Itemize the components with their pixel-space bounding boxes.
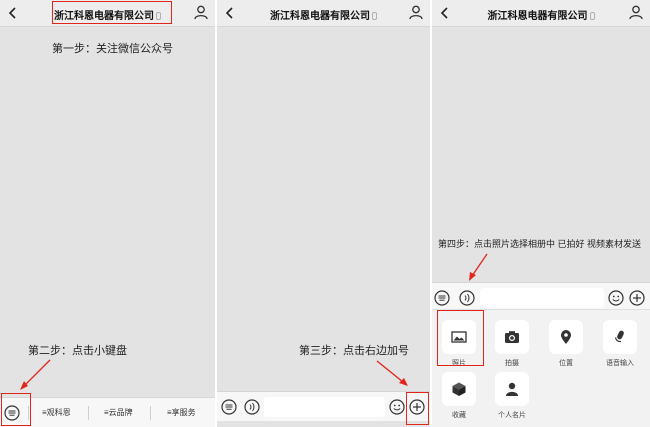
screen-step-3: 浙江科恩电器有限公司 第三步：点击右边加号	[217, 0, 430, 427]
keyboard-highlight-box	[1, 393, 31, 426]
plus-highlight-box	[406, 392, 429, 425]
favorites-cube-icon	[452, 382, 466, 396]
voice-input-label: 语音输入	[606, 360, 634, 367]
chat-header: 浙江科恩电器有限公司	[217, 0, 430, 27]
plus-icon[interactable]	[629, 290, 645, 306]
microphone-icon	[614, 330, 624, 343]
contact-card-button[interactable]	[495, 372, 529, 406]
voice-icon[interactable]	[459, 290, 475, 306]
step-3-instruction: 第三步：点击右边加号	[299, 345, 409, 357]
menu-item-xiang-fu-wu[interactable]: ≡享服务	[167, 407, 196, 418]
profile-icon[interactable]	[408, 4, 424, 20]
chat-header: 浙江科恩电器有限公司	[432, 0, 650, 27]
step-3-arrow	[376, 360, 408, 386]
chat-input-bar	[432, 282, 650, 312]
photo-highlight-box	[437, 310, 484, 366]
menu-toggle-icon[interactable]	[221, 399, 237, 415]
favorites-button[interactable]	[442, 372, 476, 406]
camera-label: 拍摄	[505, 360, 519, 367]
step-2-arrow	[20, 359, 51, 390]
menu-divider	[88, 406, 89, 420]
favorites-label: 收藏	[452, 412, 466, 419]
emoji-icon[interactable]	[389, 399, 405, 415]
profile-icon[interactable]	[628, 4, 644, 20]
contact-card-icon	[506, 382, 518, 396]
location-button[interactable]	[549, 320, 583, 354]
menu-divider	[150, 406, 151, 420]
step-4-instruction: 第四步：点击照片选择相册中 已拍好 视频素材发送	[438, 239, 642, 249]
chat-title: 浙江科恩电器有限公司	[432, 7, 650, 22]
screen-step-1: 浙江科恩电器有限公司 第一步：关注微信公众号 第二步：点击小键盘 ≡观科恩 ≡云…	[0, 0, 215, 427]
location-icon	[561, 330, 571, 344]
menu-item-yun-pin-pai[interactable]: ≡云品牌	[104, 407, 133, 418]
menu-item-guan-ke-en[interactable]: ≡观科恩	[42, 407, 71, 418]
step-1-instruction: 第一步：关注微信公众号	[52, 43, 173, 55]
message-input[interactable]	[480, 288, 604, 308]
step-2-instruction: 第二步：点击小键盘	[28, 345, 127, 357]
location-label: 位置	[559, 360, 573, 367]
camera-button[interactable]	[495, 320, 529, 354]
emoji-icon[interactable]	[608, 290, 624, 306]
profile-icon[interactable]	[193, 4, 209, 20]
menu-toggle-icon[interactable]	[434, 290, 450, 306]
camera-icon	[505, 331, 519, 343]
message-input[interactable]	[264, 397, 385, 417]
chat-input-bar	[217, 391, 430, 421]
chat-title: 浙江科恩电器有限公司	[217, 7, 430, 22]
screen-step-4: 浙江科恩电器有限公司 第四步：点击照片选择相册中 已拍好 视频素材发送 照片 拍…	[432, 0, 650, 427]
official-account-menu-bar: ≡观科恩 ≡云品牌 ≡享服务	[0, 397, 215, 427]
title-highlight-box	[52, 1, 172, 24]
contact-card-label: 个人名片	[498, 412, 526, 419]
voice-icon[interactable]	[244, 399, 260, 415]
voice-input-button[interactable]	[603, 320, 637, 354]
